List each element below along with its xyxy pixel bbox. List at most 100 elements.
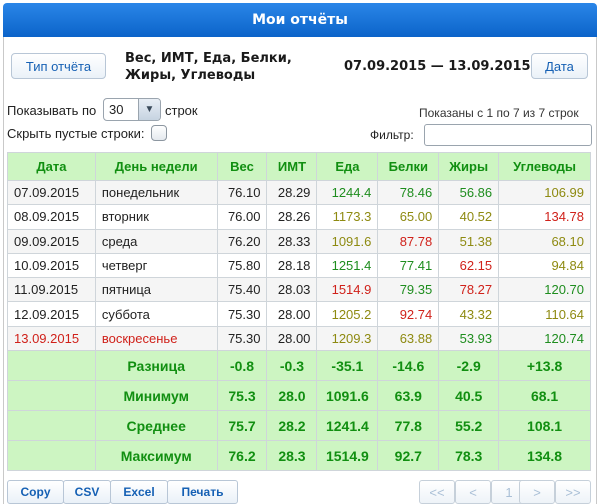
summary-bmi: 28.0 <box>266 380 318 412</box>
cell-fat: 62.15 <box>438 252 500 279</box>
chevron-down-icon[interactable]: ▼ <box>138 99 160 120</box>
summary-weight: 75.3 <box>216 380 268 412</box>
cell-protein: 87.78 <box>377 228 440 254</box>
cell-day: четверг <box>94 252 218 279</box>
filter-input[interactable] <box>424 124 592 146</box>
cell-food: 1205.2 <box>316 301 379 327</box>
cell-carbs: 106.99 <box>498 179 591 206</box>
excel-button[interactable]: Excel <box>110 480 168 504</box>
cell-day: пятница <box>94 277 218 303</box>
next-page-button[interactable]: > <box>519 480 555 504</box>
table-row: 10.09.2015 четверг 75.80 28.18 1251.4 77… <box>7 252 591 279</box>
cell-day: воскресенье <box>94 325 218 352</box>
cell-weight: 76.20 <box>216 228 268 254</box>
summary-food: 1241.4 <box>316 410 379 442</box>
cell-protein: 78.46 <box>377 179 440 206</box>
summary-carbs: 134.8 <box>498 440 591 472</box>
cell-fat: 78.27 <box>438 277 500 303</box>
cell-carbs: 94.84 <box>498 252 591 279</box>
summary-blank <box>7 380 96 412</box>
table-row: 08.09.2015 вторник 76.00 28.26 1173.3 65… <box>7 204 591 230</box>
cell-bmi: 28.00 <box>266 301 318 327</box>
summary-blank <box>7 410 96 442</box>
print-button[interactable]: Печать <box>167 480 238 504</box>
cell-bmi: 28.33 <box>266 228 318 254</box>
filter-label: Фильтр: <box>370 128 414 142</box>
summary-bmi: 28.2 <box>266 410 318 442</box>
summary-weight: 76.2 <box>216 440 268 472</box>
cell-protein: 65.00 <box>377 204 440 230</box>
summary-weight: -0.8 <box>216 350 268 382</box>
summary-carbs: +13.8 <box>498 350 591 382</box>
page-size-select[interactable]: 30 ▼ <box>103 98 161 121</box>
col-date[interactable]: Дата <box>7 152 96 181</box>
cell-food: 1091.6 <box>316 228 379 254</box>
cell-day: понедельник <box>94 179 218 206</box>
summary-food: -35.1 <box>316 350 379 382</box>
summary-food: 1091.6 <box>316 380 379 412</box>
summary-carbs: 108.1 <box>498 410 591 442</box>
cell-food: 1173.3 <box>316 204 379 230</box>
table-header-row: Дата День недели Вес ИМТ Еда Белки Жиры … <box>7 152 591 181</box>
col-day[interactable]: День недели <box>94 152 218 181</box>
cell-date: 09.09.2015 <box>7 228 96 254</box>
col-protein[interactable]: Белки <box>377 152 440 181</box>
cell-date: 11.09.2015 <box>7 277 96 303</box>
summary-fat: 55.2 <box>438 410 500 442</box>
cell-fat: 43.32 <box>438 301 500 327</box>
table-row: 12.09.2015 суббота 75.30 28.00 1205.2 92… <box>7 301 591 327</box>
date-button[interactable]: Дата <box>531 53 588 79</box>
report-title: Вес, ИМТ, Еда, Белки, Жиры, Углеводы <box>125 51 292 83</box>
cell-fat: 53.93 <box>438 325 500 352</box>
cell-bmi: 28.00 <box>266 325 318 352</box>
col-bmi[interactable]: ИМТ <box>266 152 318 181</box>
cell-weight: 75.80 <box>216 252 268 279</box>
cell-day: суббота <box>94 301 218 327</box>
cell-weight: 76.00 <box>216 204 268 230</box>
summary-carbs: 68.1 <box>498 380 591 412</box>
cell-carbs: 120.74 <box>498 325 591 352</box>
last-page-button[interactable]: >> <box>555 480 591 504</box>
csv-button[interactable]: CSV <box>63 480 111 504</box>
summary-protein: 63.9 <box>377 380 440 412</box>
summary-protein: 77.8 <box>377 410 440 442</box>
cell-weight: 75.30 <box>216 301 268 327</box>
summary-fat: -2.9 <box>438 350 500 382</box>
cell-fat: 40.52 <box>438 204 500 230</box>
summary-row-average: Среднее 75.7 28.2 1241.4 77.8 55.2 108.1 <box>7 410 591 442</box>
summary-row-difference: Разница -0.8 -0.3 -35.1 -14.6 -2.9 +13.8 <box>7 350 591 382</box>
cell-food: 1209.3 <box>316 325 379 352</box>
summary-blank <box>7 350 96 382</box>
summary-fat: 40.5 <box>438 380 500 412</box>
summary-weight: 75.7 <box>216 410 268 442</box>
summary-blank <box>7 440 96 472</box>
cell-day: среда <box>94 228 218 254</box>
col-food[interactable]: Еда <box>316 152 379 181</box>
cell-food: 1244.4 <box>316 179 379 206</box>
cell-fat: 51.38 <box>438 228 500 254</box>
cell-bmi: 28.03 <box>266 277 318 303</box>
cell-bmi: 28.29 <box>266 179 318 206</box>
cell-weight: 75.30 <box>216 325 268 352</box>
report-type-button[interactable]: Тип отчёта <box>11 53 106 79</box>
cell-date: 10.09.2015 <box>7 252 96 279</box>
summary-protein: -14.6 <box>377 350 440 382</box>
cell-carbs: 68.10 <box>498 228 591 254</box>
cell-carbs: 110.64 <box>498 301 591 327</box>
prev-page-button[interactable]: < <box>455 480 491 504</box>
hide-empty-checkbox[interactable] <box>151 125 167 141</box>
col-fat[interactable]: Жиры <box>438 152 500 181</box>
summary-label: Разница <box>94 350 218 382</box>
cell-weight: 75.40 <box>216 277 268 303</box>
summary-food: 1514.9 <box>316 440 379 472</box>
col-weight[interactable]: Вес <box>216 152 268 181</box>
cell-date: 12.09.2015 <box>7 301 96 327</box>
summary-label: Среднее <box>94 410 218 442</box>
table-row: 13.09.2015 воскресенье 75.30 28.00 1209.… <box>7 325 591 352</box>
col-carbs[interactable]: Углеводы <box>498 152 591 181</box>
date-range: 07.09.2015 — 13.09.2015 <box>344 59 531 74</box>
copy-button[interactable]: Copy <box>7 480 64 504</box>
cell-protein: 79.35 <box>377 277 440 303</box>
first-page-button[interactable]: << <box>419 480 455 504</box>
summary-bmi: -0.3 <box>266 350 318 382</box>
